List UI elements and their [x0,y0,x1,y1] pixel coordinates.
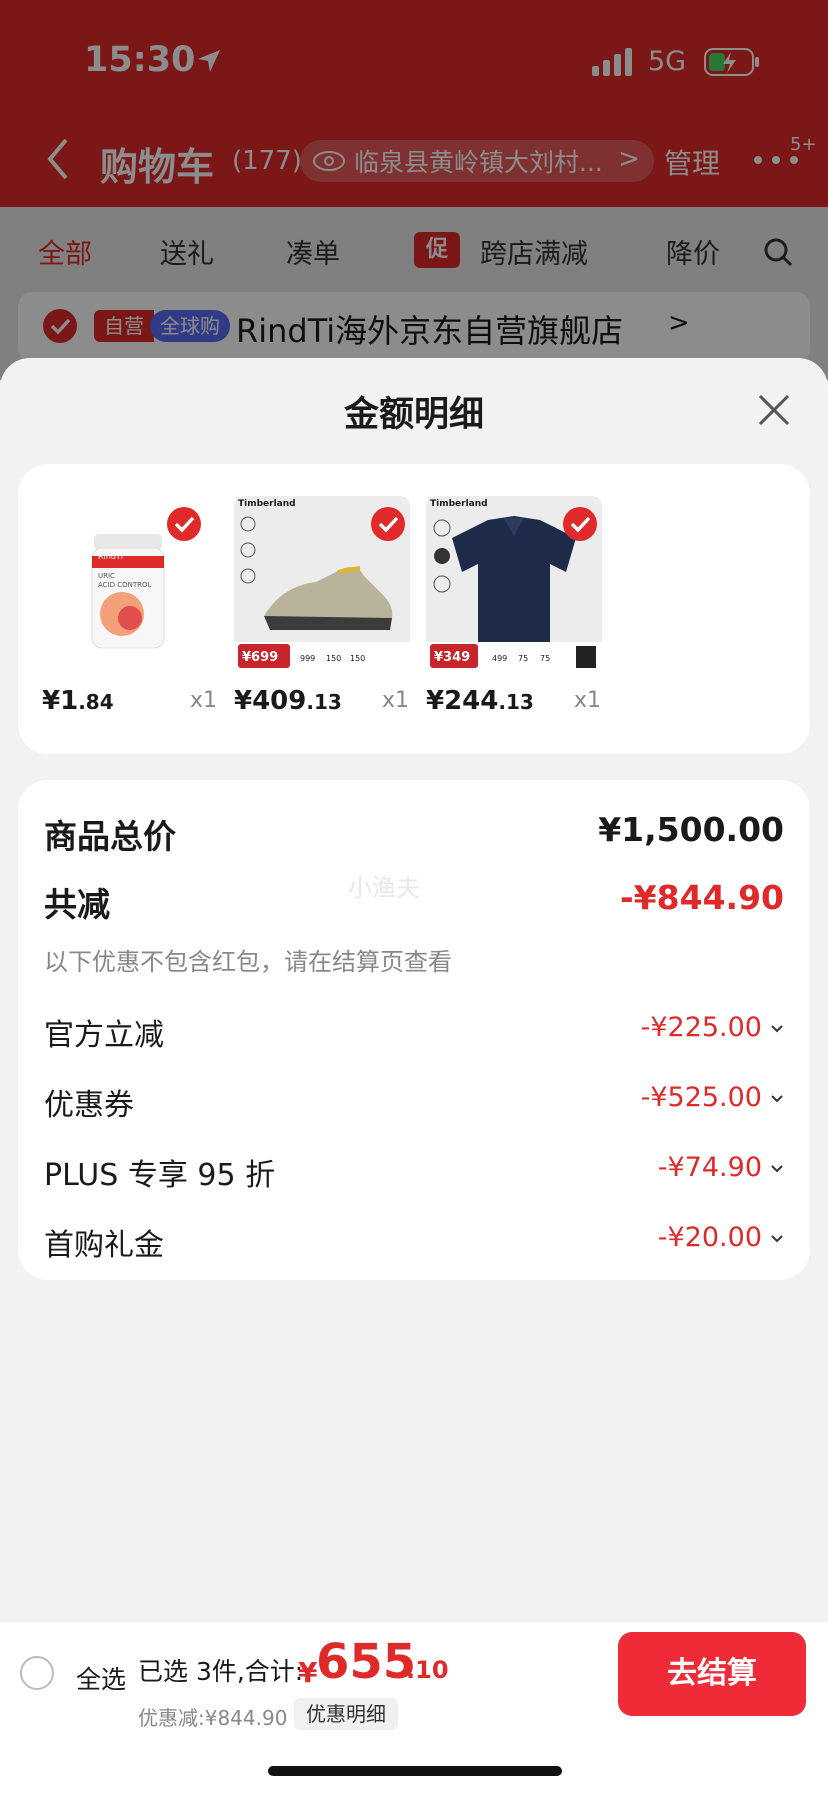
close-icon[interactable] [756,392,792,428]
product-qty: x1 [190,688,218,713]
sneaker-tag-price: ¥699 [242,650,279,665]
total-reduce-label: 共减 [44,885,110,924]
chevron-down-icon[interactable] [770,1022,784,1036]
price-dec: .84 [78,690,114,714]
discount-label-official: 官方立减 [44,1018,164,1053]
goods-total-value: ¥1,500.00 [598,810,784,849]
discount-value-official[interactable]: -¥225.00 [641,1012,762,1043]
home-indicator [268,1766,562,1776]
sneaker-tag-value: 150 [326,654,342,663]
jar-brand: RindTi [98,552,123,561]
product-price: ¥409.13 [234,686,342,716]
sheet-title: 金额明细 [343,395,484,435]
total-reduce-value: -¥844.90 [619,878,784,917]
sneaker-tag-value: 150 [350,654,366,663]
chevron-down-icon[interactable] [770,1232,784,1246]
total-decimal: .10 [406,1656,449,1684]
polo-tag-value: 75 [540,654,551,663]
product-check-icon[interactable] [370,506,406,542]
discount-detail-button[interactable]: 优惠明细 [294,1698,398,1730]
product-item[interactable]: Timberland ¥349 499 75 75 [426,496,602,672]
price-summary: 小渔夫 商品总价 ¥1,500.00 共减 -¥844.90 以下优惠不包含红包… [18,780,810,1280]
checkout-button[interactable]: 去结算 [618,1632,806,1716]
polo-brand: Timberland [430,499,488,509]
product-qty: x1 [574,688,602,713]
modal-overlay[interactable] [0,0,828,380]
amount-detail-sheet: 金额明细 RindTi URIC ACID CONTROL ¥1.84 x1 T… [0,358,828,1796]
watermark-text: 小渔夫 [348,874,420,902]
discount-summary: 优惠减:¥844.90 [138,1706,288,1730]
product-image-supplement: RindTi URIC ACID CONTROL [30,496,206,672]
discount-value-coupon[interactable]: -¥525.00 [641,1082,762,1113]
polo-tag-value: 499 [492,654,508,663]
total-currency: ¥ [298,1656,318,1689]
price-int: ¥244 [426,686,499,716]
product-item[interactable]: RindTi URIC ACID CONTROL [30,496,206,672]
product-image-sneaker: Timberland ¥699 999 150 150 [234,496,410,672]
selected-count-text: 已选 3件,合计: [138,1657,304,1686]
polo-tag-value: 75 [518,654,529,663]
product-qty: x1 [382,688,410,713]
product-item[interactable]: Timberland ¥699 999 150 150 [234,496,410,672]
product-check-icon[interactable] [562,506,598,542]
chevron-down-icon[interactable] [770,1162,784,1176]
discount-label-first-purchase: 首购礼金 [44,1228,164,1263]
polo-tag-price: ¥349 [434,650,471,665]
price-dec: .13 [498,690,534,714]
price-dec: .13 [306,690,342,714]
select-all-radio[interactable] [20,1656,54,1690]
goods-total-label: 商品总价 [44,817,176,856]
total-amount: 655 [316,1634,417,1690]
jar-label-line-2: ACID CONTROL [98,581,152,589]
chevron-down-icon[interactable] [770,1092,784,1106]
product-price: ¥1.84 [42,686,114,716]
price-int: ¥1 [42,686,79,716]
discount-value-plus[interactable]: -¥74.90 [658,1152,762,1183]
product-price: ¥244.13 [426,686,534,716]
product-strip: RindTi URIC ACID CONTROL ¥1.84 x1 Timber… [18,464,810,754]
product-image-polo: Timberland ¥349 499 75 75 [426,496,602,672]
jar-label-line-1: URIC [98,572,115,580]
price-int: ¥409 [234,686,307,716]
sneaker-brand: Timberland [238,499,296,509]
select-all-label[interactable]: 全选 [76,1660,126,1696]
product-check-icon[interactable] [166,506,202,542]
sneaker-tag-value: 999 [300,654,316,663]
discount-label-coupon: 优惠券 [44,1088,134,1123]
reduce-note: 以下优惠不包含红包，请在结算页查看 [44,948,452,976]
discount-value-first-purchase[interactable]: -¥20.00 [658,1222,762,1253]
discount-label-plus: PLUS 专享 95 折 [44,1158,276,1193]
